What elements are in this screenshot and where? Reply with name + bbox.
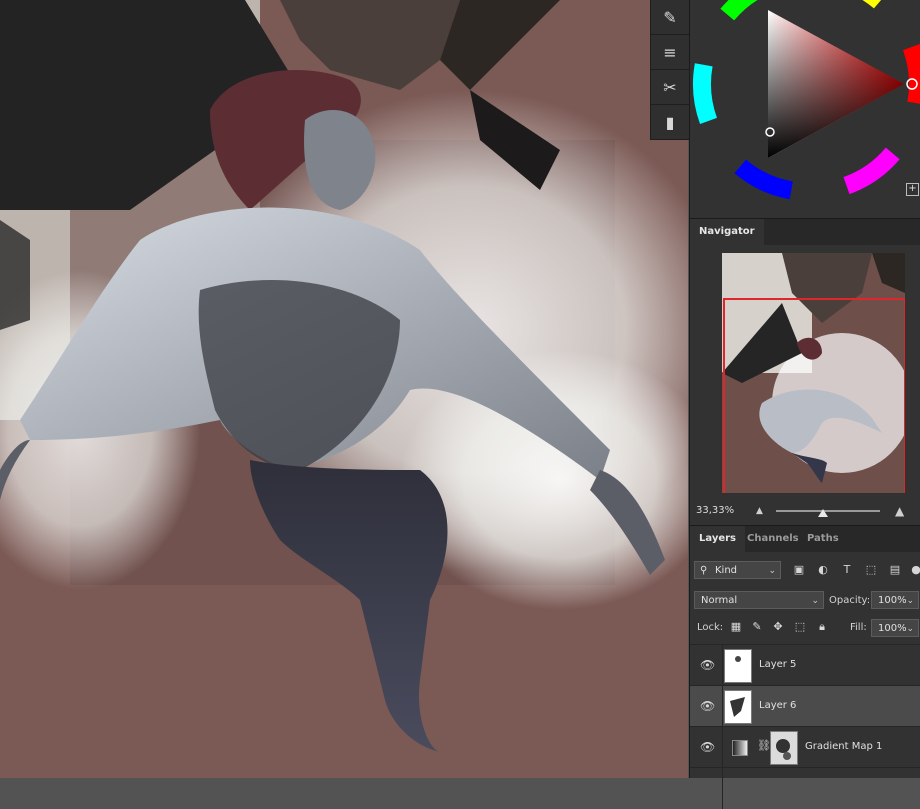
blend-opacity-row: Normal ⌄ Opacity: 100% ⌄: [690, 591, 920, 611]
layer-mask-art: [776, 739, 791, 760]
zoom-slider-thumb[interactable]: [818, 509, 828, 517]
chevron-down-icon: ⌄: [906, 596, 914, 606]
navigator-view-rectangle[interactable]: [723, 298, 905, 493]
note-icon: ▮: [665, 112, 675, 132]
tab-paths[interactable]: Paths: [798, 526, 848, 552]
brush-icon: ✎: [663, 7, 677, 27]
note-tool-button[interactable]: ▮: [651, 105, 689, 140]
color-panel: +: [690, 0, 920, 216]
layer-row[interactable]: [690, 767, 920, 809]
lock-transparent-pixels-icon[interactable]: ▦: [729, 620, 743, 634]
zoom-out-icon[interactable]: ▲: [756, 506, 763, 516]
tab-layers[interactable]: Layers: [690, 526, 745, 552]
lock-label: Lock:: [697, 622, 724, 633]
color-wheel[interactable]: [690, 0, 920, 216]
layer-thumbnail-art: [735, 656, 741, 662]
layer-name[interactable]: Gradient Map 1: [805, 741, 882, 752]
lock-position-icon[interactable]: ✥: [771, 620, 785, 634]
eye-icon[interactable]: 👁︎: [700, 740, 715, 754]
clone-stamp-icon: ≡: [663, 42, 677, 62]
visibility-column: 👁︎: [690, 686, 723, 727]
navigator-zoom-row: 33,33% ▲ ▲: [690, 500, 920, 522]
add-swatch-button[interactable]: +: [906, 183, 919, 196]
zoom-in-icon[interactable]: ▲: [895, 504, 904, 518]
fill-field[interactable]: 100% ⌄: [871, 619, 919, 637]
filter-toggle-icon[interactable]: ●: [909, 563, 920, 577]
visibility-column: 👁︎: [690, 727, 723, 768]
smart-object-filter-icon[interactable]: ▤: [888, 563, 902, 577]
fill-label: Fill:: [850, 622, 867, 633]
layer-row[interactable]: 👁︎ Layer 5: [690, 644, 920, 686]
visibility-column: 👁︎: [690, 645, 723, 686]
adjustment-layer-icon: [732, 740, 748, 756]
image-filter-icon[interactable]: ▣: [792, 563, 806, 577]
scissors-icon: ✂: [663, 77, 677, 97]
layer-thumbnail: [724, 649, 752, 683]
layer-row[interactable]: 👁︎ ⛓ Gradient Map 1: [690, 726, 920, 768]
fill-value: 100%: [878, 623, 907, 634]
type-filter-icon[interactable]: T: [840, 563, 854, 577]
brush-tool-button[interactable]: ✎: [651, 0, 689, 35]
opacity-label: Opacity:: [829, 595, 871, 606]
search-icon: ⚲: [700, 565, 708, 576]
filter-kind-label: Kind: [715, 565, 738, 576]
eye-icon[interactable]: 👁︎: [700, 658, 715, 672]
document-canvas[interactable]: [0, 0, 688, 778]
blend-mode-value: Normal: [701, 595, 738, 606]
lock-fill-row: Lock: ▦ ✎ ✥ ⬚ 🔒︎ Fill: 100% ⌄: [690, 619, 920, 638]
chevron-down-icon: ⌄: [768, 566, 776, 576]
zoom-value[interactable]: 33,33%: [696, 505, 734, 516]
layer-name[interactable]: Layer 6: [759, 700, 796, 711]
layer-mask-thumbnail[interactable]: [770, 731, 798, 765]
layer-thumbnail: [724, 690, 752, 724]
layer-row[interactable]: 👁︎ Layer 6: [690, 685, 920, 727]
opacity-value: 100%: [878, 595, 907, 606]
lock-all-icon[interactable]: 🔒︎: [815, 620, 829, 634]
blend-mode-dropdown[interactable]: Normal ⌄: [694, 591, 824, 609]
shape-filter-icon[interactable]: ⬚: [864, 563, 878, 577]
navigator-tabbar: Navigator: [690, 218, 920, 245]
eye-icon[interactable]: 👁︎: [700, 699, 715, 713]
zoom-slider-track[interactable]: [776, 510, 880, 512]
artwork: [0, 0, 688, 778]
right-panel: + Navigator 33,33% ▲ ▲ Layers Channels P…: [689, 0, 920, 809]
visibility-column: [690, 768, 723, 809]
filter-kind-dropdown[interactable]: ⚲ Kind ⌄: [694, 561, 781, 579]
layers-tabbar: Layers Channels Paths: [690, 525, 920, 552]
tab-navigator[interactable]: Navigator: [690, 219, 764, 245]
lock-artboard-icon[interactable]: ⬚: [793, 620, 807, 634]
navigator-preview[interactable]: [722, 253, 905, 493]
lock-image-pixels-icon[interactable]: ✎: [750, 620, 764, 634]
chevron-down-icon: ⌄: [811, 596, 819, 606]
tool-strip: ✎ ≡ ✂ ▮: [650, 0, 689, 140]
clone-stamp-tool-button[interactable]: ≡: [651, 35, 689, 70]
tools-settings-button[interactable]: ✂: [651, 70, 689, 105]
layer-filter-row: ⚲ Kind ⌄ ▣ ◐ T ⬚ ▤ ●: [690, 561, 920, 583]
layer-thumbnail-art: [730, 697, 745, 717]
chevron-down-icon: ⌄: [906, 624, 914, 634]
adjustment-filter-icon[interactable]: ◐: [816, 563, 830, 577]
opacity-field[interactable]: 100% ⌄: [871, 591, 919, 609]
link-icon[interactable]: ⛓: [757, 739, 771, 752]
layer-name[interactable]: Layer 5: [759, 659, 796, 670]
